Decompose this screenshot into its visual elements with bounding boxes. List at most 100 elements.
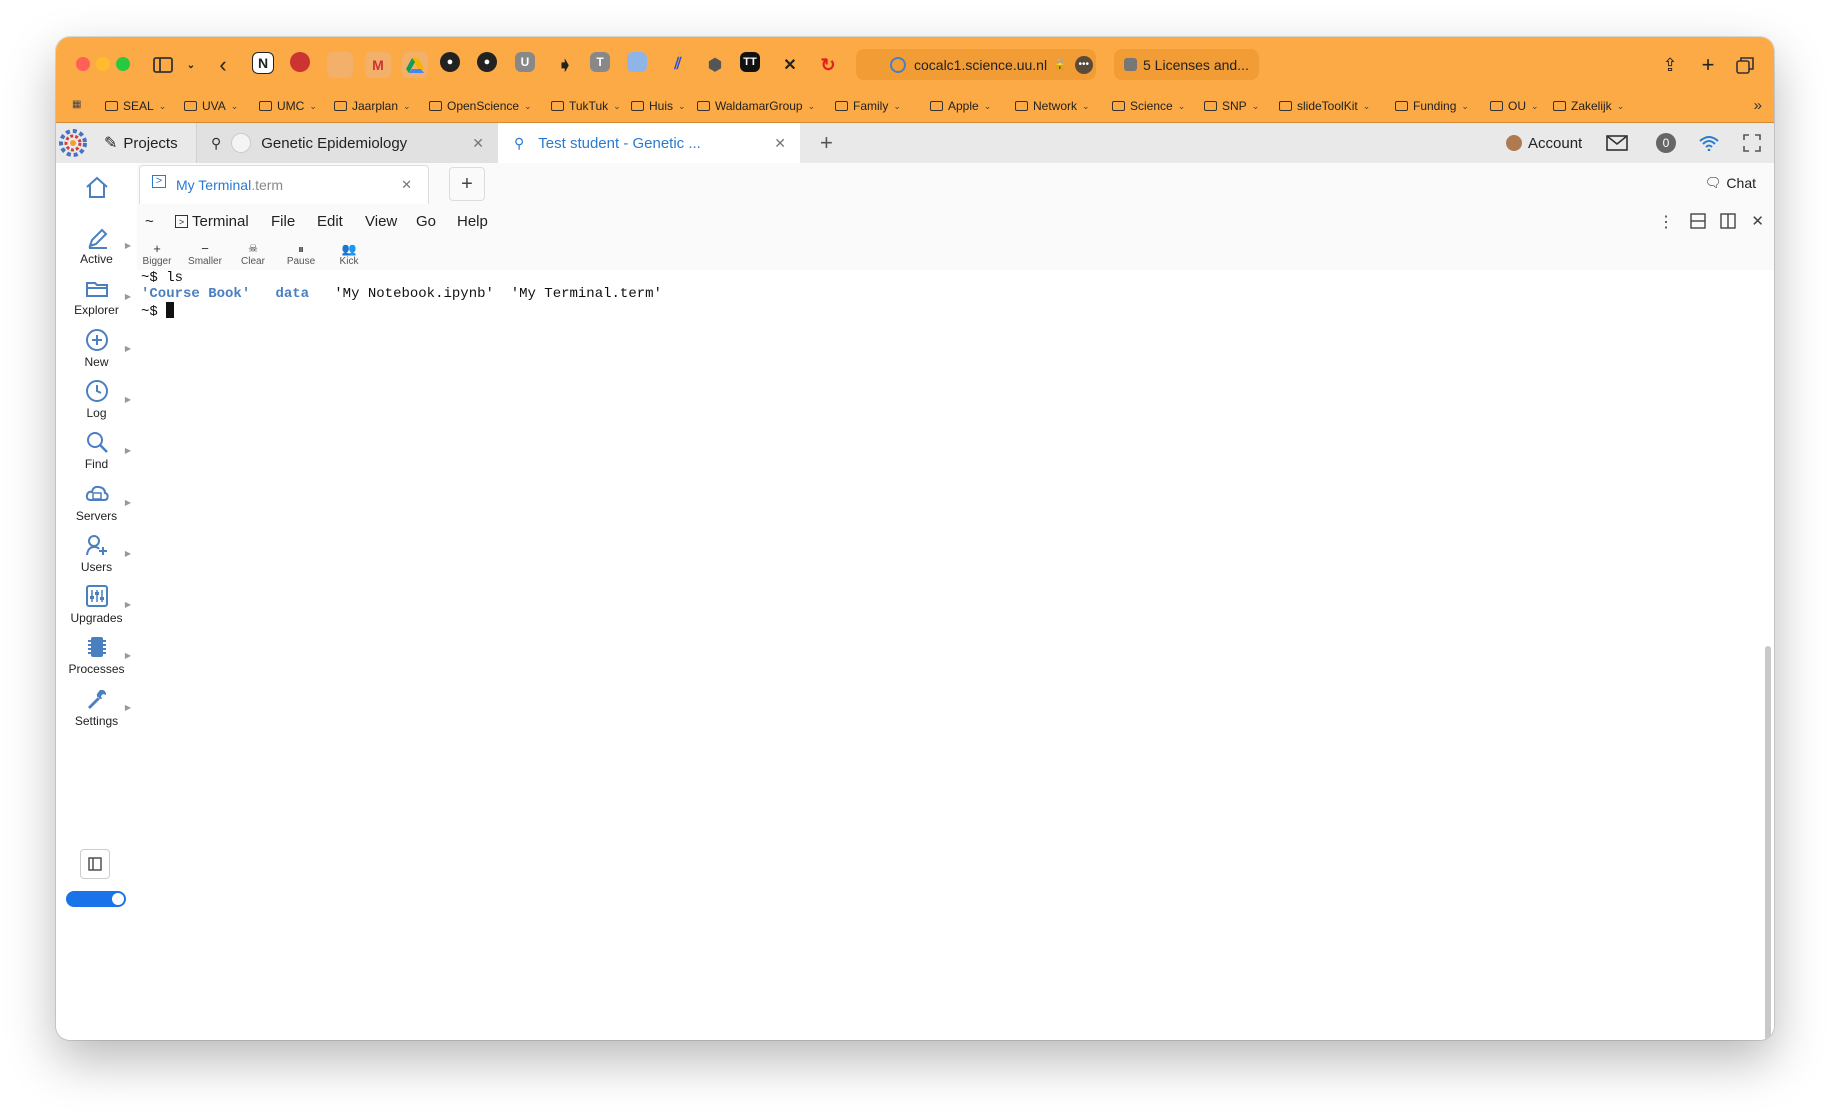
close-icon[interactable]: ✕ — [472, 135, 484, 152]
gmail-icon[interactable]: M — [365, 52, 391, 78]
bookmark-folder[interactable]: Huis ⌄ — [631, 99, 686, 113]
bookmark-folder[interactable]: SEAL ⌄ — [105, 99, 166, 113]
sidebar-item-servers[interactable]: Servers ▶ — [56, 482, 137, 523]
chevron-down-icon: ⌄ — [1616, 100, 1625, 111]
sidebar-item-log[interactable]: Log ▶ — [56, 379, 137, 420]
bookmark-folder[interactable]: SNP ⌄ — [1204, 99, 1259, 113]
bookmark-folder[interactable]: WaldamarGroup ⌄ — [697, 99, 815, 113]
project-tab-test-student[interactable]: ⚲ Test student - Genetic ... ✕ — [498, 123, 800, 163]
sidebar-item-users[interactable]: Users ▶ — [56, 533, 137, 574]
bookmark-folder[interactable]: Science ⌄ — [1112, 99, 1185, 113]
share-icon[interactable]: ⇪ — [1657, 52, 1683, 78]
bookmark-folder[interactable]: Family ⌄ — [835, 99, 901, 113]
project-tab-genetic-epidemiology[interactable]: ⚲ Genetic Epidemiology ✕ — [196, 123, 498, 163]
close-icon[interactable]: ✕ — [401, 177, 412, 193]
sidebar-item-upgrades[interactable]: Upgrades ▶ — [56, 584, 137, 625]
t-icon[interactable]: T — [590, 52, 610, 72]
kick-button[interactable]: 👥 Kick — [329, 242, 369, 267]
back-icon[interactable]: ‹ — [210, 52, 236, 78]
toggle-switch[interactable] — [66, 891, 126, 907]
cocalc-logo[interactable] — [58, 123, 88, 163]
caret-right-icon: ▶ — [124, 241, 131, 250]
close-window-button[interactable] — [76, 57, 90, 71]
go-menu[interactable]: Go — [416, 213, 436, 230]
mail-icon[interactable] — [1606, 123, 1628, 163]
toggle-knob — [112, 893, 124, 905]
clear-button[interactable]: ☠ Clear — [233, 242, 273, 267]
view-menu[interactable]: View — [365, 213, 397, 230]
close-frame-icon[interactable]: ✕ — [1751, 212, 1764, 230]
u-icon[interactable]: U — [515, 52, 535, 72]
sidebar-item-new[interactable]: New ▶ — [56, 328, 137, 369]
terminal-scrollbar[interactable] — [1765, 646, 1771, 1040]
bookmark-folder[interactable]: UVA ⌄ — [184, 99, 238, 113]
bookmark-folder[interactable]: Funding ⌄ — [1395, 99, 1469, 113]
new-project-tab-button[interactable]: + — [820, 123, 833, 163]
smaller-button[interactable]: − Smaller — [185, 242, 225, 268]
address-bar[interactable]: cocalc1.science.uu.nl 🔒 ••• — [856, 49, 1096, 80]
fullscreen-icon[interactable] — [1743, 123, 1761, 163]
bookmark-folder[interactable]: Jaarplan ⌄ — [334, 99, 411, 113]
github-icon[interactable]: ● — [477, 52, 497, 72]
chat-label: Chat — [1726, 175, 1756, 191]
app-icon[interactable]: ✕ — [777, 52, 803, 78]
pause-button[interactable]: ⏸ Pause — [281, 242, 321, 267]
app-icon[interactable] — [327, 52, 353, 78]
bookmark-folder[interactable]: OU ⌄ — [1490, 99, 1539, 113]
edit-menu[interactable]: Edit — [317, 213, 343, 230]
bookmark-folder[interactable]: UMC ⌄ — [259, 99, 317, 113]
help-menu[interactable]: Help — [457, 213, 488, 230]
hex-icon[interactable]: ⬢ — [702, 52, 728, 78]
sidebar-item-active[interactable]: Active ▶ — [56, 225, 137, 266]
zoom-window-button[interactable] — [116, 57, 130, 71]
tt-icon[interactable]: TT — [740, 52, 760, 72]
refresh-icon[interactable]: ↻ — [815, 52, 841, 78]
terminal-menu[interactable]: > Terminal — [175, 213, 249, 230]
sidebar-item-find[interactable]: Find ▶ — [56, 430, 137, 471]
app-icon[interactable]: ⫽ — [665, 52, 691, 78]
tab-overview-icon[interactable] — [1732, 52, 1758, 78]
new-tab-icon[interactable]: + — [1695, 52, 1721, 78]
sidebar-item-processes[interactable]: Processes ▶ — [56, 635, 137, 676]
collapse-sidebar-button[interactable] — [80, 849, 110, 879]
sidebar-item-label: Log — [86, 405, 107, 420]
bookmark-folder[interactable]: slideToolKit ⌄ — [1279, 99, 1370, 113]
bookmark-folder[interactable]: Network ⌄ — [1015, 99, 1090, 113]
home-button[interactable] — [56, 175, 137, 202]
split-vertical-icon[interactable] — [1720, 213, 1736, 233]
bookmark-folder[interactable]: Apple ⌄ — [930, 99, 991, 113]
more-icon[interactable]: ••• — [1074, 55, 1093, 74]
split-horizontal-icon[interactable] — [1690, 213, 1706, 233]
terminal-output[interactable]: ~$ ls 'Course Book' data 'My Notebook.ip… — [137, 270, 1774, 1040]
notifications-badge[interactable]: 0 — [1656, 123, 1676, 163]
bookmark-folder[interactable]: TukTuk ⌄ — [551, 99, 621, 113]
github-icon[interactable]: ● — [440, 52, 460, 72]
notion-icon[interactable]: N — [252, 52, 274, 74]
app-icon[interactable] — [627, 52, 647, 72]
sidebar-item-settings[interactable]: Settings ▶ — [56, 687, 137, 728]
bookmark-folder[interactable]: Zakelijk ⌄ — [1553, 99, 1624, 113]
minimize-window-button[interactable] — [96, 57, 110, 71]
file-menu[interactable]: File — [271, 213, 295, 230]
browser-tab[interactable]: 5 Licenses and... — [1114, 49, 1259, 80]
drive-icon[interactable] — [402, 52, 428, 78]
command-text: ls — [166, 270, 184, 286]
home-dir-menu[interactable]: ~ — [145, 213, 154, 230]
new-file-tab-button[interactable]: + — [449, 167, 485, 201]
close-icon[interactable]: ✕ — [774, 135, 786, 152]
chevron-down-icon[interactable]: ⌄ — [178, 52, 204, 78]
file-tab-my-terminal[interactable]: > My Terminal .term ✕ — [139, 165, 429, 204]
projects-button[interactable]: ✎ Projects — [104, 123, 178, 163]
app-icon[interactable] — [290, 52, 310, 72]
more-bookmarks-icon[interactable]: » — [1754, 97, 1762, 114]
more-options-icon[interactable]: ⋮ — [1658, 212, 1674, 232]
bigger-button[interactable]: + Bigger — [137, 242, 177, 268]
arrow-icon[interactable]: ➧ — [552, 52, 578, 78]
bookmark-folder[interactable]: OpenScience ⌄ — [429, 99, 532, 113]
account-button[interactable]: Account — [1506, 123, 1582, 163]
chat-button[interactable]: 🗨 Chat — [1705, 175, 1756, 191]
sidebar-item-explorer[interactable]: Explorer ▶ — [56, 276, 137, 317]
apps-grid-icon[interactable]: ▦ — [72, 99, 81, 110]
bookmark-label: OpenScience — [447, 99, 520, 113]
sidebar-toggle-icon[interactable] — [150, 52, 176, 78]
